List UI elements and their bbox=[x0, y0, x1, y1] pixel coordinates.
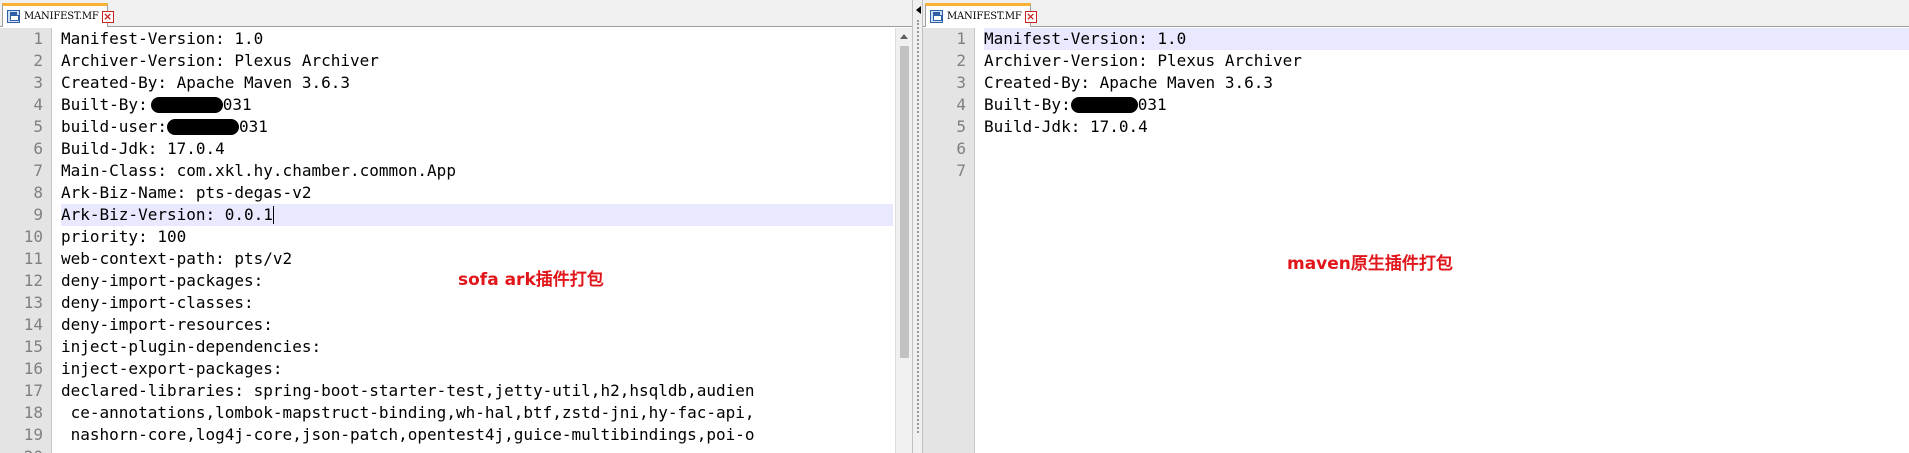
line-number: 10 bbox=[23, 227, 43, 246]
code-line: web-context-path: pts/v2 bbox=[61, 249, 293, 268]
code-text: Ark-Biz-Version: 0.0.1 bbox=[61, 205, 273, 224]
line-number: 7 bbox=[956, 161, 966, 180]
line-number: 3 bbox=[33, 73, 43, 92]
line-number: 17 bbox=[23, 381, 43, 400]
code-line: Archiver-Version: Plexus Archiver bbox=[61, 51, 379, 70]
code-line: Archiver-Version: Plexus Archiver bbox=[984, 51, 1302, 70]
line-number: 9 bbox=[33, 205, 43, 224]
line-number: 19 bbox=[23, 425, 43, 444]
redaction-mark bbox=[166, 119, 239, 135]
splitter-grip bbox=[917, 20, 919, 433]
line-number: 18 bbox=[23, 403, 43, 422]
line-number: 13 bbox=[23, 293, 43, 312]
code-line: nashorn-core,log4j-core,json-patch,opent… bbox=[61, 425, 755, 444]
code-line: inject-export-packages: bbox=[61, 359, 283, 378]
line-number: 1 bbox=[956, 29, 966, 48]
code-line: Build-Jdk: 17.0.4 bbox=[984, 117, 1148, 136]
code-value: 031 bbox=[1137, 95, 1167, 114]
right-tab-manifest[interactable]: MANIFEST.MF × bbox=[925, 3, 1037, 27]
save-file-icon bbox=[930, 10, 943, 23]
code-key: Built-By: bbox=[984, 95, 1071, 114]
code-line: Manifest-Version: 1.0 bbox=[61, 29, 264, 48]
line-number: 11 bbox=[23, 249, 43, 268]
code-line: Built-By: 031 bbox=[61, 94, 252, 116]
line-number: 8 bbox=[33, 183, 43, 202]
close-icon[interactable]: × bbox=[1024, 10, 1037, 23]
left-tab-manifest[interactable]: MANIFEST.MF × bbox=[2, 3, 114, 27]
line-number: 16 bbox=[23, 359, 43, 378]
close-icon[interactable]: × bbox=[101, 10, 114, 23]
code-key: Built-By: bbox=[61, 95, 148, 114]
code-line: build-user: 031 bbox=[61, 116, 268, 138]
line-number: 2 bbox=[33, 51, 43, 70]
left-code-area[interactable]: Manifest-Version: 1.0 Archiver-Version: … bbox=[61, 28, 912, 453]
code-value: 031 bbox=[238, 117, 268, 136]
line-number: 7 bbox=[33, 161, 43, 180]
annotation-sofa-ark: sofa ark插件打包 bbox=[458, 270, 604, 290]
left-editor-pane[interactable]: MANIFEST.MF × 1 2 3 4 5 6 7 8 9 10 11 12… bbox=[0, 0, 912, 453]
code-line: Ark-Biz-Name: pts-degas-v2 bbox=[61, 183, 312, 202]
line-number: 6 bbox=[33, 139, 43, 158]
right-code-area[interactable]: Manifest-Version: 1.0 Archiver-Version: … bbox=[984, 28, 1909, 453]
scrollbar-thumb[interactable] bbox=[900, 46, 909, 358]
pane-splitter[interactable] bbox=[912, 0, 923, 453]
line-number: 2 bbox=[956, 51, 966, 70]
text-caret bbox=[272, 206, 274, 224]
left-editor[interactable]: 1 2 3 4 5 6 7 8 9 10 11 12 13 14 15 16 1… bbox=[0, 28, 912, 453]
code-line: Built-By: 031 bbox=[984, 94, 1167, 116]
code-value: 031 bbox=[222, 95, 252, 114]
line-number: 4 bbox=[956, 95, 966, 114]
code-line: deny-import-classes: bbox=[61, 293, 254, 312]
code-line: Created-By: Apache Maven 3.6.3 bbox=[984, 73, 1273, 92]
line-number: 20 bbox=[3, 446, 43, 453]
save-file-icon bbox=[7, 10, 20, 23]
left-line-number-gutter: 1 2 3 4 5 6 7 8 9 10 11 12 13 14 15 16 1… bbox=[0, 28, 52, 453]
scroll-up-arrow-icon[interactable] bbox=[900, 34, 908, 39]
code-line: Main-Class: com.xkl.hy.chamber.common.Ap… bbox=[61, 161, 456, 180]
code-key: build-user: bbox=[61, 117, 167, 136]
line-number: 6 bbox=[956, 139, 966, 158]
line-number: 5 bbox=[956, 117, 966, 136]
code-line: inject-plugin-dependencies: bbox=[61, 337, 322, 356]
annotation-maven-native: maven原生插件打包 bbox=[1287, 254, 1453, 274]
code-line: Build-Jdk: 17.0.4 bbox=[61, 139, 225, 158]
right-line-number-gutter: 1 2 3 4 5 6 7 bbox=[923, 28, 975, 453]
collapse-arrow-icon[interactable] bbox=[916, 6, 921, 14]
line-number: 12 bbox=[23, 271, 43, 290]
tab-label: MANIFEST.MF bbox=[947, 11, 1022, 22]
left-vertical-scrollbar[interactable] bbox=[895, 28, 912, 453]
code-line: ce-annotations,lombok-mapstruct-binding,… bbox=[61, 403, 755, 422]
tab-label: MANIFEST.MF bbox=[24, 11, 99, 22]
line-number: 15 bbox=[23, 337, 43, 356]
redaction-mark bbox=[1070, 97, 1138, 113]
redaction-mark bbox=[150, 97, 223, 113]
code-line: declared-libraries: spring-boot-starter-… bbox=[61, 381, 755, 400]
line-number: 3 bbox=[956, 73, 966, 92]
line-number: 14 bbox=[23, 315, 43, 334]
line-number: 5 bbox=[33, 117, 43, 136]
code-line: priority: 100 bbox=[61, 227, 187, 246]
left-tab-bar: MANIFEST.MF × bbox=[0, 0, 912, 27]
right-editor[interactable]: 1 2 3 4 5 6 7 Manifest-Version: 1.0 Arch… bbox=[923, 28, 1909, 453]
right-tab-bar: MANIFEST.MF × bbox=[923, 0, 1909, 27]
code-line-current: Ark-Biz-Version: 0.0.1 bbox=[61, 204, 274, 226]
code-line-current: Manifest-Version: 1.0 bbox=[984, 29, 1187, 48]
code-line: deny-import-resources: bbox=[61, 315, 273, 334]
line-number: 4 bbox=[33, 95, 43, 114]
code-line: Created-By: Apache Maven 3.6.3 bbox=[61, 73, 350, 92]
right-editor-pane[interactable]: MANIFEST.MF × 1 2 3 4 5 6 7 Manifest-Ver… bbox=[923, 0, 1909, 453]
code-line: deny-import-packages: bbox=[61, 271, 264, 290]
line-number: 1 bbox=[33, 29, 43, 48]
